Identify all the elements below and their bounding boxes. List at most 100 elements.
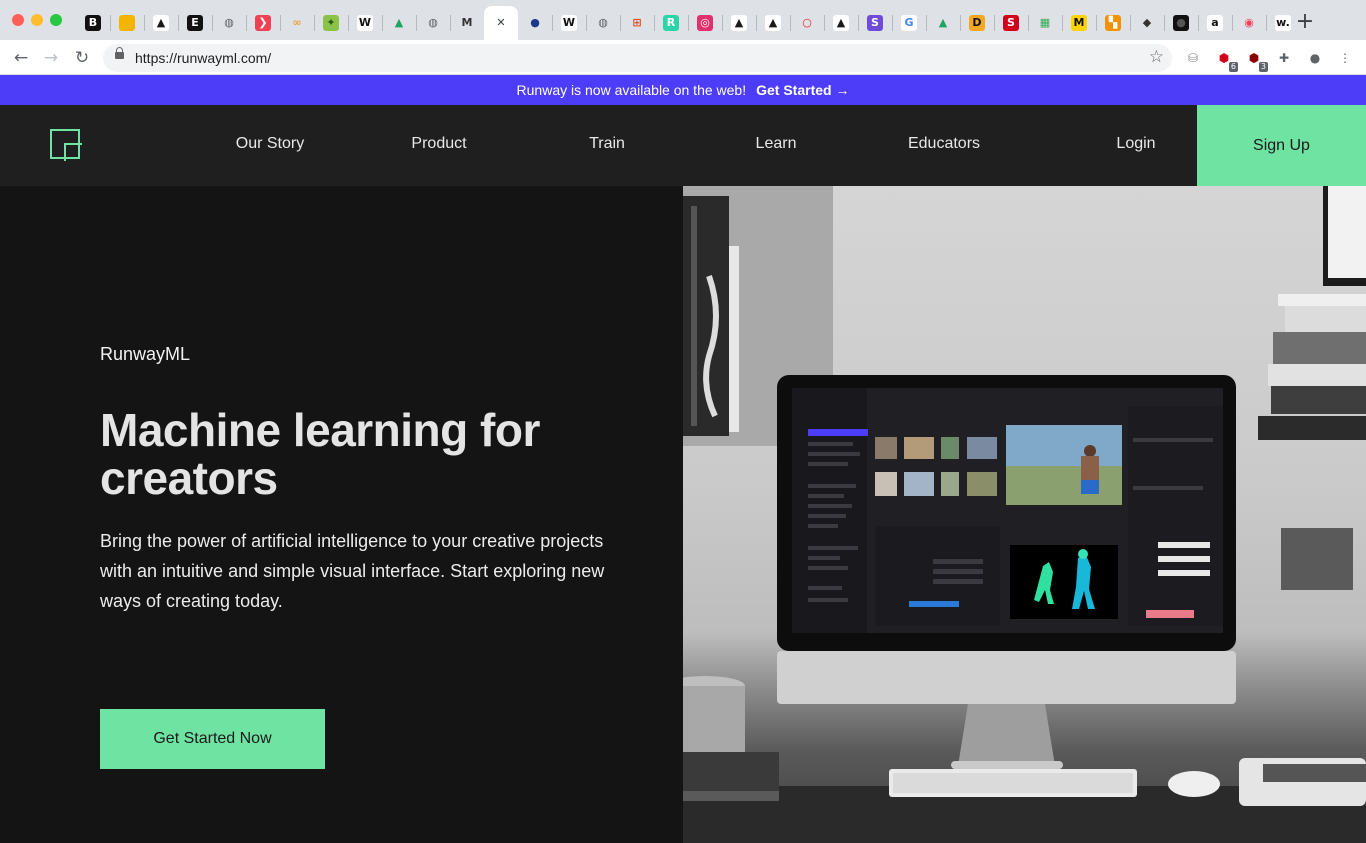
nav-educators[interactable]: Educators — [908, 135, 980, 153]
r-icon: R — [663, 15, 679, 31]
adblock-icon[interactable]: ⬢ 6 — [1215, 49, 1238, 72]
google-drive-icon: ▲ — [394, 16, 404, 29]
browser-tab[interactable]: M — [450, 6, 484, 40]
browser-tab[interactable]: W — [552, 6, 586, 40]
minimize-window-button[interactable] — [31, 14, 43, 26]
nav-our-story[interactable]: Our Story — [236, 135, 304, 153]
browser-toolbar: ← → ↻ https://runwayml.com/ ☆ ⛁ ⬢ 6 ⬢ 3 ✚ ● ⋮ — [0, 40, 1366, 75]
browser-tab[interactable]: ✕ — [484, 6, 518, 40]
globe-icon: ◍ — [598, 16, 608, 29]
medium-icon: M — [461, 16, 473, 29]
url-text[interactable]: https://runwayml.com/ — [135, 50, 271, 66]
runway-app-icon: ▲ — [153, 15, 169, 31]
google-icon: G — [901, 15, 917, 31]
banner-get-started-link[interactable]: Get Started → — [756, 82, 849, 98]
browser-tab[interactable]: ▲ — [926, 6, 960, 40]
db-extension-icon[interactable]: ⛁ — [1184, 49, 1202, 67]
hero-section: RunwayML Machine learning for creators B… — [0, 186, 683, 843]
browser-tab[interactable]: ○ — [790, 6, 824, 40]
browser-tab[interactable]: ◍ — [416, 6, 450, 40]
browser-tab[interactable]: ◆ — [1130, 6, 1164, 40]
browser-tab[interactable]: ▲ — [722, 6, 756, 40]
browser-tab[interactable]: ◉ — [1232, 6, 1266, 40]
browser-tab[interactable]: ∞ — [280, 6, 314, 40]
nav-product[interactable]: Product — [411, 135, 466, 153]
browser-tab[interactable]: ◎ — [688, 6, 722, 40]
back-arrow-icon[interactable]: ← — [10, 47, 32, 69]
leaf-icon: ✦ — [323, 15, 339, 31]
hero-brand: RunwayML — [100, 344, 191, 364]
browser-tab[interactable]: ● — [518, 6, 552, 40]
nav-train[interactable]: Train — [589, 135, 625, 153]
new-tab-button[interactable]: + — [1292, 10, 1318, 36]
nav-learn[interactable]: Learn — [756, 135, 797, 153]
blue-sphere-icon: ● — [530, 16, 540, 29]
bookmark-star-icon[interactable]: ☆ — [1149, 47, 1164, 67]
browser-tab[interactable]: S — [858, 6, 892, 40]
pocket-icon: ❯ — [255, 15, 271, 31]
ublock-icon[interactable]: ⬢ 3 — [1245, 49, 1268, 72]
browser-tab[interactable]: D — [960, 6, 994, 40]
close-window-button[interactable] — [12, 14, 24, 26]
browser-tab[interactable]: ▲ — [382, 6, 416, 40]
browser-tab[interactable]: ▲ — [824, 6, 858, 40]
browser-tab[interactable]: ⊞ — [620, 6, 654, 40]
browser-tab[interactable]: W — [348, 6, 382, 40]
orange-grid-icon: ▚ — [1105, 15, 1121, 31]
w-dot-icon: w. — [1275, 15, 1291, 31]
browser-tab[interactable]: G — [892, 6, 926, 40]
tab-list: B ▲ E ◍ ❯ ∞ ✦ W ▲ ◍ M ✕ ● W ◍ ⊞ R ◎ ▲ ▲ ○ ▲ S G ▲ D S ▦ M ▚ ◆ ● a ◉ w. — [76, 6, 1300, 40]
sign-up-button[interactable]: Sign Up — [1197, 105, 1366, 186]
frame-icon: ⊞ — [632, 16, 642, 29]
globe-icon: ◍ — [428, 16, 438, 29]
browser-tab[interactable]: ◍ — [212, 6, 246, 40]
browser-tab[interactable]: ▲ — [756, 6, 790, 40]
s-circle-icon: S — [867, 15, 883, 31]
browser-tab[interactable]: ❯ — [246, 6, 280, 40]
forward-arrow-icon[interactable]: → — [40, 47, 62, 69]
banner-text: Runway is now available on the web! — [516, 82, 747, 98]
s-red-icon: S — [1003, 15, 1019, 31]
browser-tab[interactable]: S — [994, 6, 1028, 40]
runway-app-icon: ▲ — [833, 15, 849, 31]
browser-tab[interactable]: ▲ — [144, 6, 178, 40]
m-yellow-icon: M — [1071, 15, 1087, 31]
browser-tab[interactable]: ✦ — [314, 6, 348, 40]
browser-tab[interactable]: ● — [1164, 6, 1198, 40]
browser-tab[interactable] — [110, 6, 144, 40]
globe-icon: ◍ — [224, 16, 234, 29]
get-started-now-button[interactable]: Get Started Now — [100, 709, 325, 769]
lock-icon — [115, 47, 124, 59]
maximize-window-button[interactable] — [50, 14, 62, 26]
extension-badge: 3 — [1258, 62, 1268, 72]
browser-tab[interactable]: R — [654, 6, 688, 40]
address-bar[interactable]: https://runwayml.com/ ☆ — [103, 44, 1172, 72]
close-tab-icon[interactable]: ✕ — [493, 15, 509, 31]
browser-tab[interactable]: E — [178, 6, 212, 40]
wikipedia-icon: W — [357, 15, 373, 31]
runway-logo[interactable] — [50, 129, 82, 161]
puzzle-icon[interactable]: ✚ — [1275, 49, 1293, 67]
site-navigation: Our Story Product Train Learn Educators … — [0, 105, 1366, 186]
infinity-icon: ∞ — [292, 16, 302, 29]
browser-tab[interactable]: M — [1062, 6, 1096, 40]
d-icon: D — [969, 15, 985, 31]
menu-dots-icon[interactable]: ⋮ — [1336, 49, 1354, 67]
browser-tab[interactable]: ▦ — [1028, 6, 1062, 40]
browser-tab[interactable]: ◍ — [586, 6, 620, 40]
runway-app-icon: ▲ — [765, 15, 781, 31]
diamond-icon: ◆ — [1142, 16, 1152, 29]
login-link[interactable]: Login — [1116, 135, 1155, 153]
browser-tab[interactable]: ▚ — [1096, 6, 1130, 40]
browser-tab-strip: B ▲ E ◍ ❯ ∞ ✦ W ▲ ◍ M ✕ ● W ◍ ⊞ R ◎ ▲ ▲ ○ ▲ S G ▲ D S ▦ M ▚ ◆ ● a ◉ w. + — [0, 0, 1366, 40]
reload-icon[interactable]: ↻ — [71, 47, 93, 69]
browser-tab[interactable]: a — [1198, 6, 1232, 40]
profile-icon[interactable]: ● — [1306, 49, 1324, 67]
amazon-icon: a — [1207, 15, 1223, 31]
e-icon: E — [187, 15, 203, 31]
browser-tab[interactable]: B — [76, 6, 110, 40]
hero-headline: Machine learning for creators — [100, 404, 540, 504]
extension-badge: 6 — [1228, 62, 1238, 72]
hero-subheadline: Bring the power of artificial intelligen… — [100, 531, 605, 611]
bold-b-icon: B — [85, 15, 101, 31]
